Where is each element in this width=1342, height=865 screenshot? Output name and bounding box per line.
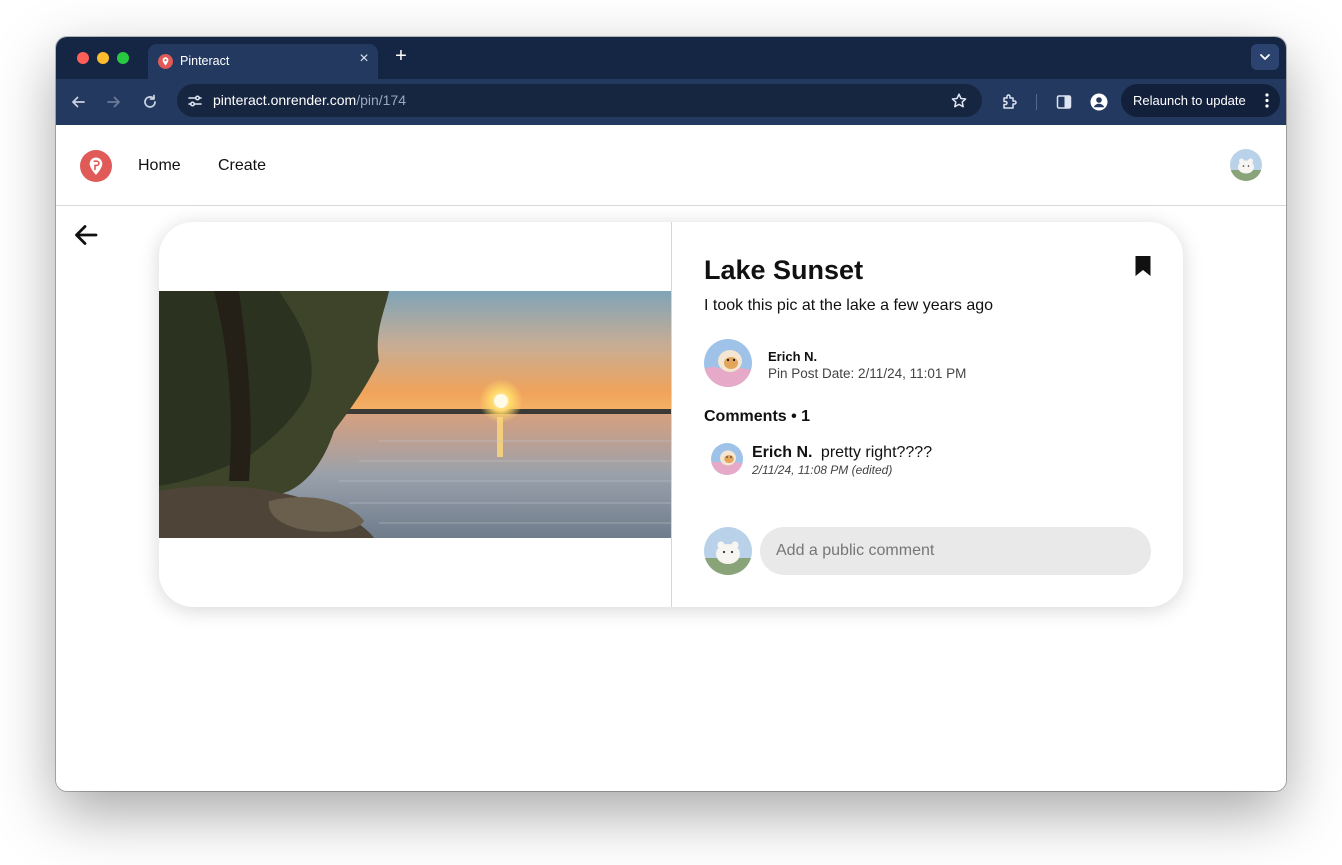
relaunch-to-update-button[interactable]: Relaunch to update <box>1121 84 1280 117</box>
minimize-window-button[interactable] <box>97 52 109 64</box>
comment-timestamp: 2/11/24, 11:08 PM (edited) <box>752 463 893 477</box>
tab-pinteract[interactable]: Pinteract × <box>148 44 378 79</box>
profile-icon[interactable] <box>1089 92 1109 112</box>
new-tab-button[interactable]: + <box>391 46 411 66</box>
forward-nav-icon[interactable] <box>104 92 124 112</box>
pin-post-date: Pin Post Date: 2/11/24, 11:01 PM <box>768 366 967 381</box>
current-user-avatar <box>704 527 752 575</box>
bookmark-star-icon[interactable] <box>950 92 968 110</box>
url-path: /pin/174 <box>356 92 407 108</box>
comment-text: pretty right???? <box>820 444 933 461</box>
top-nav: Home Create <box>56 125 1286 206</box>
side-panel-icon[interactable] <box>1054 92 1074 112</box>
user-avatar[interactable] <box>1230 149 1262 181</box>
comment-item: Erich N. pretty right???? <box>752 444 932 462</box>
url-host: pinteract.onrender.com <box>213 92 357 108</box>
toolbar-divider <box>1036 94 1037 110</box>
chevron-down-icon <box>1260 54 1270 60</box>
pin-image[interactable] <box>159 291 671 538</box>
author-avatar[interactable] <box>704 339 752 387</box>
tab-strip: Pinteract × + <box>56 37 1286 79</box>
browser-window: Pinteract × + pinteract.onrender.com/pin… <box>56 37 1286 791</box>
bookmark-icon[interactable] <box>1134 255 1152 277</box>
comment-author-avatar[interactable] <box>711 443 743 475</box>
address-bar[interactable]: pinteract.onrender.com/pin/174 <box>177 84 982 117</box>
favicon-icon <box>158 54 173 69</box>
zoom-window-button[interactable] <box>117 52 129 64</box>
site-settings-icon[interactable] <box>186 92 204 110</box>
tab-title: Pinteract <box>180 54 230 68</box>
back-nav-icon[interactable] <box>68 92 88 112</box>
pin-logo-icon[interactable] <box>80 150 112 182</box>
more-menu-icon[interactable] <box>1264 92 1270 109</box>
page: Home Create Lake Sunset I took this pic … <box>56 125 1286 791</box>
comment-author[interactable]: Erich N. <box>752 444 812 461</box>
arrow-left-icon[interactable] <box>73 223 99 247</box>
extensions-icon[interactable] <box>1000 92 1020 112</box>
author-name[interactable]: Erich N. <box>768 349 817 364</box>
pin-title: Lake Sunset <box>704 255 864 285</box>
nav-home-link[interactable]: Home <box>138 157 181 175</box>
card-divider <box>671 222 672 607</box>
close-window-button[interactable] <box>77 52 89 64</box>
nav-create-link[interactable]: Create <box>218 157 266 175</box>
comment-input[interactable] <box>760 527 1151 575</box>
reload-icon[interactable] <box>140 92 160 112</box>
pin-description: I took this pic at the lake a few years … <box>704 297 994 314</box>
browser-toolbar: pinteract.onrender.com/pin/174 Relaunch … <box>56 79 1286 125</box>
relaunch-label: Relaunch to update <box>1133 93 1246 108</box>
comments-header: Comments • 1 <box>704 408 811 425</box>
tab-close-icon[interactable]: × <box>356 51 372 67</box>
tab-search-button[interactable] <box>1251 44 1279 70</box>
url-text: pinteract.onrender.com/pin/174 <box>213 92 406 108</box>
pin-card: Lake Sunset I took this pic at the lake … <box>159 222 1183 607</box>
